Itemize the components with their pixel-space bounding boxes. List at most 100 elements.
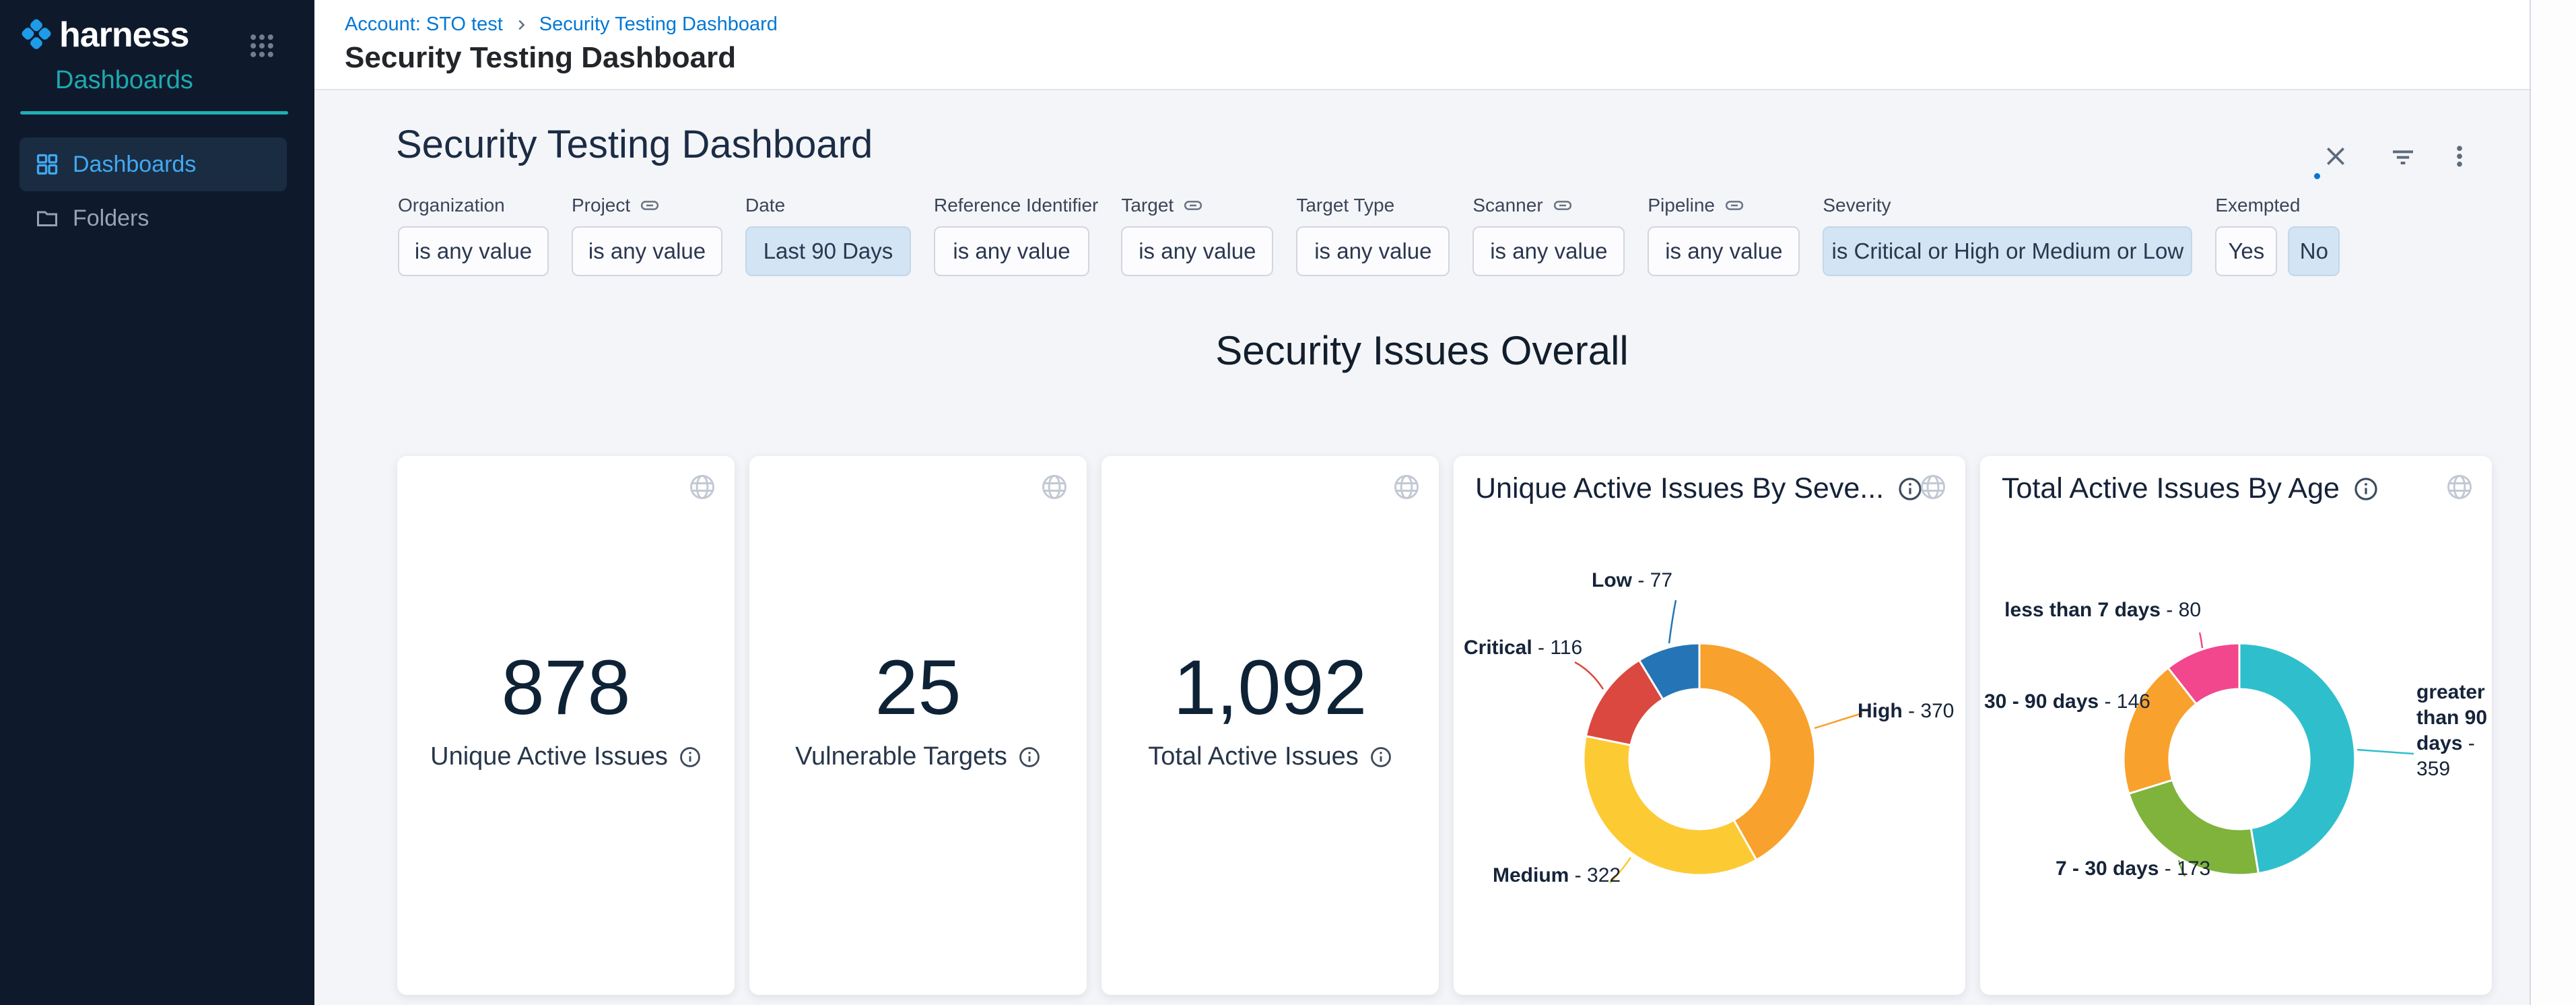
filter-value-chip[interactable]: is any value [572, 226, 722, 276]
filter-group-reference-identifier: Reference Identifier is any value [934, 194, 1098, 276]
metric-label-text: Vulnerable Targets [795, 742, 1007, 771]
filter-group-scanner: Scanner is any value [1472, 194, 1625, 276]
label-leader-line [2200, 633, 2202, 648]
filter-bar: Organization is any value Project is any va… [398, 194, 2340, 276]
donut-label: Critical - 116 [1464, 635, 1582, 661]
metric-label-row: Vulnerable Targets [749, 742, 1087, 771]
label-leader-line [1669, 600, 1676, 643]
dashboard-content: Security Testing Dashboard Organization i… [314, 92, 2530, 1005]
filter-label: Exempted [2215, 195, 2300, 216]
filter-label-row: Exempted [2215, 194, 2340, 217]
filter-label-row: Organization [398, 194, 549, 217]
filter-label: Target Type [1296, 195, 1394, 216]
info-icon[interactable] [1018, 746, 1041, 769]
filter-label-row: Date [745, 194, 911, 217]
filter-value-chip[interactable]: Last 90 Days [745, 226, 911, 276]
filter-label: Pipeline [1648, 195, 1715, 216]
filter-label: Date [745, 195, 785, 216]
breadcrumb-dashboard-link[interactable]: Security Testing Dashboard [539, 13, 778, 36]
filter-buttons: YesNo [2215, 226, 2340, 276]
sidebar-divider [20, 111, 288, 115]
chart-card: Unique Active Issues By Seve...High - 37… [1454, 456, 1965, 995]
merge-link-icon [1724, 195, 1744, 216]
donut-label: greater than 90 days - 359 [2416, 680, 2496, 782]
filter-label: Organization [398, 195, 505, 216]
filter-value-chip[interactable]: is any value [1121, 226, 1273, 276]
metric-label-text: Unique Active Issues [430, 742, 668, 771]
page-title: Security Testing Dashboard [345, 41, 2576, 75]
filter-group-pipeline: Pipeline is any value [1648, 194, 1800, 276]
donut-label: 30 - 90 days - 146 [1984, 689, 2150, 715]
harness-logo-icon [20, 18, 53, 53]
filter-option-yes[interactable]: Yes [2215, 226, 2277, 276]
filter-value-chip[interactable]: is any value [1648, 226, 1800, 276]
breadcrumb-account-link[interactable]: Account: STO test [345, 13, 503, 36]
section-heading: Security Issues Overall [314, 327, 2530, 374]
donut-slice-greater-than-90-days[interactable] [2239, 643, 2355, 874]
filter-label-row: Project [572, 194, 722, 217]
cursor-dot [2314, 173, 2320, 179]
filter-group-exempted: Exempted YesNo [2215, 194, 2340, 276]
filter-label-row: Severity [1823, 194, 2192, 217]
filter-value-chip[interactable]: is any value [398, 226, 549, 276]
breadcrumb: Account: STO test Security Testing Dashb… [345, 13, 2576, 36]
product-name: Dashboards [55, 66, 314, 95]
sidebar-item-dashboards[interactable]: Dashboards [20, 137, 287, 191]
filter-value-chip[interactable]: is any value [934, 226, 1089, 276]
sidebar-item-folders[interactable]: Folders [20, 191, 287, 245]
metric-label-row: Unique Active Issues [397, 742, 735, 771]
donut-label: High - 370 [1858, 699, 1954, 724]
donut-chart [1980, 456, 2492, 995]
filter-label: Project [572, 195, 630, 216]
donut-label: Medium - 322 [1493, 863, 1621, 888]
logo-row: harness [0, 0, 314, 55]
metric-value: 25 [749, 643, 1087, 732]
filter-label: Reference Identifier [934, 195, 1098, 216]
filter-icon[interactable] [2389, 143, 2416, 170]
filter-label: Scanner [1472, 195, 1543, 216]
donut-label: less than 7 days - 80 [1999, 597, 2201, 623]
kebab-menu-icon[interactable] [2446, 143, 2473, 170]
filter-value-chip[interactable]: is any value [1472, 226, 1625, 276]
globe-icon[interactable] [687, 472, 717, 505]
filter-group-target-type: Target Type is any value [1296, 194, 1450, 276]
globe-icon[interactable] [1040, 472, 1069, 505]
metric-card: 25 Vulnerable Targets [749, 456, 1087, 995]
label-leader-line [1575, 662, 1603, 689]
brand-name: harness [59, 15, 189, 55]
filter-value-chip[interactable]: is Critical or High or Medium or Low [1823, 226, 2192, 276]
close-icon[interactable] [2322, 143, 2349, 170]
filter-label-row: Scanner [1472, 194, 1625, 217]
info-icon[interactable] [1369, 746, 1392, 769]
module-grid-icon[interactable] [247, 31, 277, 64]
filter-value-chip[interactable]: is any value [1296, 226, 1450, 276]
cards-row: 878 Unique Active Issues 25 Vulnerable Targ… [397, 456, 2492, 995]
info-icon[interactable] [679, 746, 702, 769]
merge-link-icon [640, 195, 660, 216]
filter-label-row: Target [1121, 194, 1273, 217]
label-leader-line [2357, 750, 2414, 754]
chevron-right-icon [514, 18, 529, 32]
sidebar-item-label: Dashboards [73, 152, 196, 178]
donut-slice-medium[interactable] [1584, 736, 1757, 875]
top-bar: Account: STO test Security Testing Dashb… [314, 0, 2576, 90]
scrollbar-track[interactable] [2530, 0, 2576, 1005]
filter-label-row: Reference Identifier [934, 194, 1098, 217]
harness-dashboard-app: harness Dashboards [0, 0, 2576, 1005]
filter-label: Severity [1823, 195, 1891, 216]
filter-option-no[interactable]: No [2288, 226, 2340, 276]
filter-group-project: Project is any value [572, 194, 722, 276]
sidebar-nav: Dashboards Folders [0, 137, 314, 245]
globe-icon[interactable] [1392, 472, 1421, 505]
filter-label-row: Target Type [1296, 194, 1450, 217]
filter-group-target: Target is any value [1121, 194, 1273, 276]
merge-link-icon [1553, 195, 1573, 216]
filter-label-row: Pipeline [1648, 194, 1800, 217]
label-leader-line [1815, 713, 1862, 728]
donut-label: 7 - 30 days - 173 [2056, 856, 2210, 882]
dashboard-panel-title: Security Testing Dashboard [396, 122, 873, 167]
dashboards-grid-icon [35, 152, 59, 176]
metric-card: 878 Unique Active Issues [397, 456, 735, 995]
metric-value: 878 [397, 643, 735, 732]
sidebar: harness Dashboards [0, 0, 314, 1005]
